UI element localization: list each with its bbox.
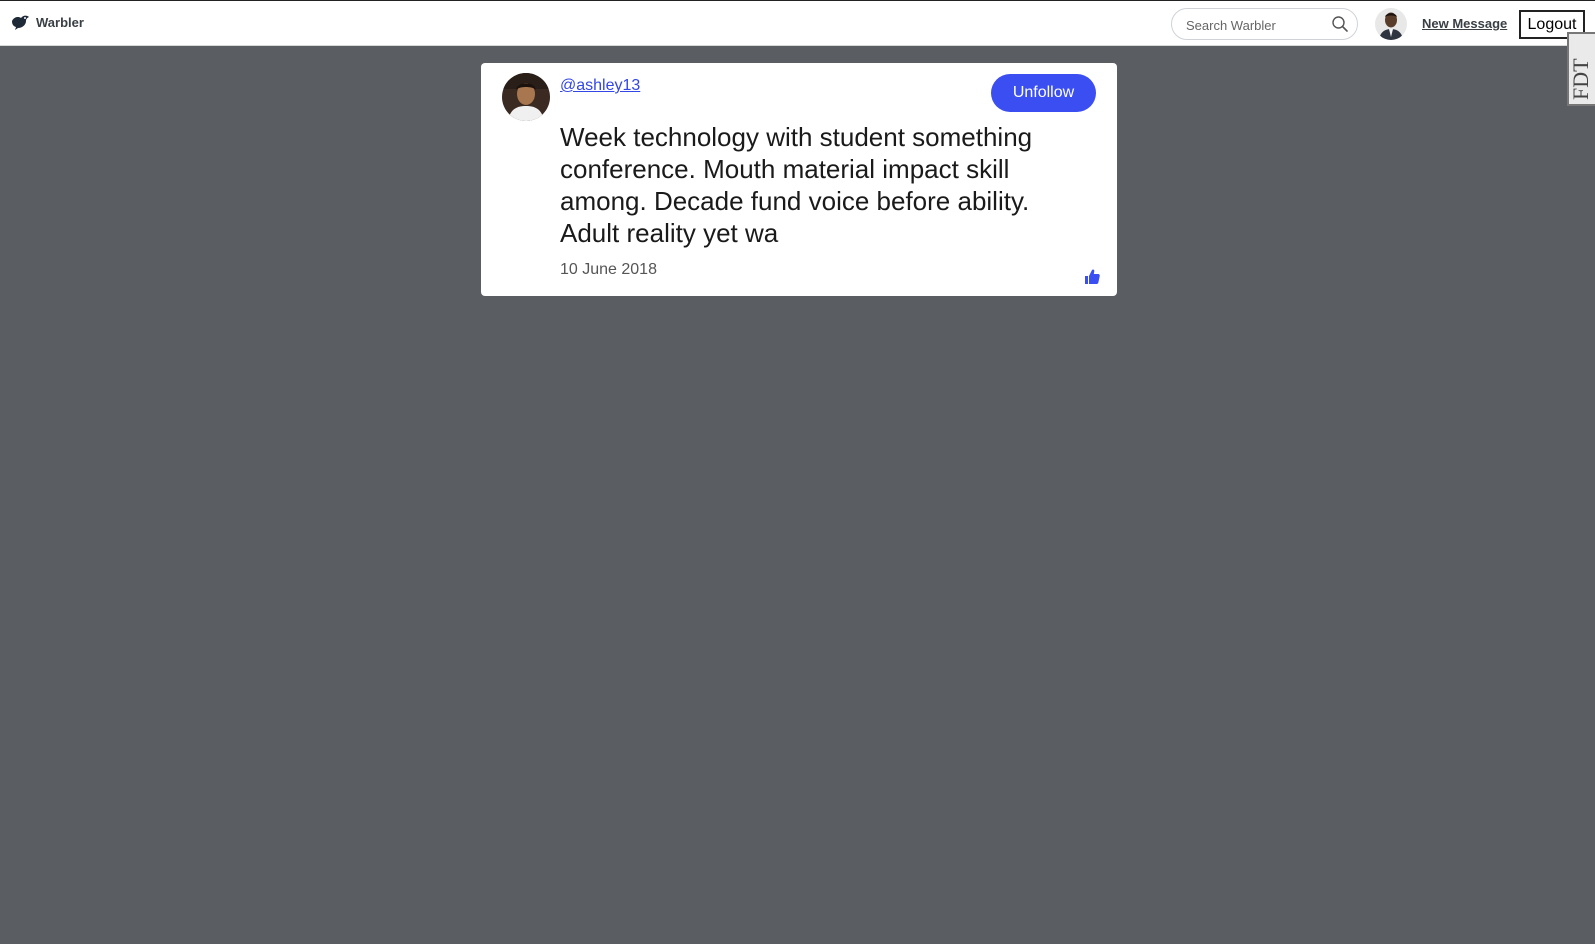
side-tab-label: FDT — [1570, 58, 1592, 100]
unfollow-button[interactable]: Unfollow — [991, 74, 1096, 112]
current-user-avatar[interactable] — [1375, 8, 1407, 40]
message-date: 10 June 2018 — [560, 261, 657, 278]
top-navbar: Warbler New Message Logout — [0, 0, 1595, 46]
search-input[interactable] — [1184, 15, 1328, 35]
search-icon[interactable] — [1331, 15, 1349, 33]
search-box — [1171, 8, 1358, 40]
author-avatar-image — [502, 73, 550, 121]
user-avatar-image — [1375, 8, 1407, 40]
new-message-link[interactable]: New Message — [1422, 16, 1507, 31]
author-username-link[interactable]: @ashley13 — [560, 77, 640, 95]
author-avatar[interactable] — [502, 73, 550, 121]
thumbs-up-icon[interactable] — [1084, 268, 1100, 285]
brand-link[interactable]: Warbler — [10, 12, 84, 32]
side-tab[interactable]: FDT — [1567, 32, 1595, 106]
brand-name: Warbler — [36, 14, 84, 30]
message-card: @ashley13 Unfollow Week technology with … — [481, 63, 1117, 296]
message-text: Week technology with student something c… — [560, 122, 1033, 248]
bird-logo-icon — [12, 15, 29, 30]
